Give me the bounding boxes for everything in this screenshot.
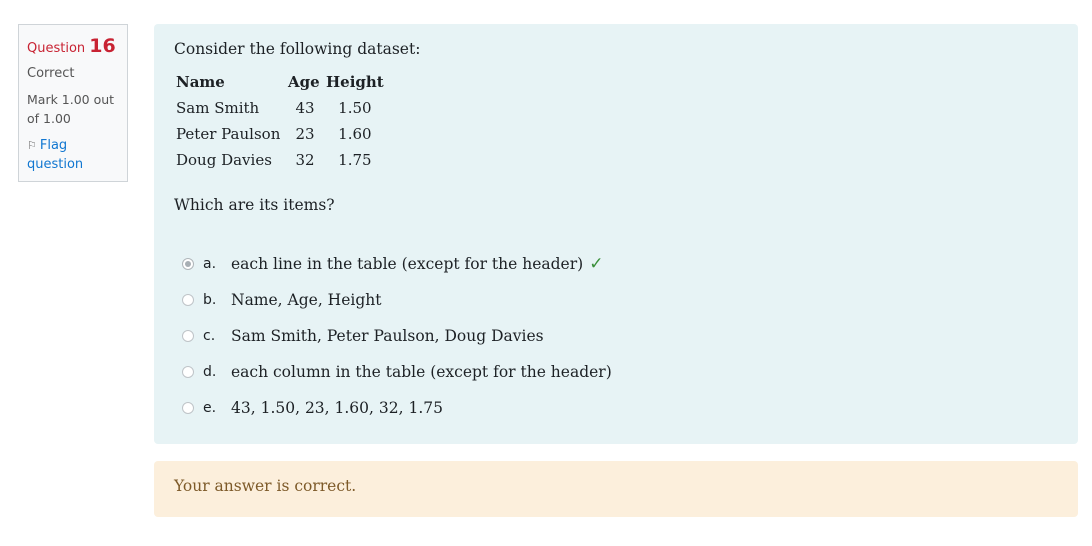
answer-letter: e.: [203, 400, 217, 416]
table-row: Peter Paulson 23 1.60: [174, 121, 386, 147]
question-prompt: Which are its items?: [174, 196, 335, 214]
answer-text: Name, Age, Height: [231, 291, 382, 309]
answer-radio-b[interactable]: [182, 294, 194, 306]
answer-list: a. each line in the table (except for th…: [174, 246, 1058, 426]
question-state: Correct: [27, 66, 75, 81]
table-cell: 1.60: [338, 125, 372, 143]
question-label: Question: [27, 41, 86, 56]
question-formulation: Consider the following dataset: Name Age…: [154, 24, 1078, 444]
question-number: Question 16: [27, 35, 119, 57]
answer-text: each column in the table (except for the…: [231, 363, 612, 381]
answer-letter: b.: [203, 292, 217, 308]
table-cell: Doug Davies: [176, 151, 272, 169]
answer-option-b[interactable]: b. Name, Age, Height: [174, 282, 1058, 318]
flag-icon: ⚐: [27, 139, 37, 152]
answer-radio-a[interactable]: [182, 258, 194, 270]
answer-radio-c[interactable]: [182, 330, 194, 342]
table-cell: 1.50: [338, 99, 372, 117]
table-cell: Peter Paulson: [176, 125, 281, 143]
answer-radio-e[interactable]: [182, 402, 194, 414]
table-header: Name: [176, 73, 225, 91]
flag-question-link[interactable]: ⚐ Flag question: [27, 136, 119, 174]
answer-radio-d[interactable]: [182, 366, 194, 378]
feedback-text: Your answer is correct.: [174, 477, 357, 495]
answer-option-e[interactable]: e. 43, 1.50, 23, 1.60, 32, 1.75: [174, 390, 1058, 426]
question-grade: Mark 1.00 out of 1.00: [27, 92, 115, 126]
answer-text: each line in the table (except for the h…: [231, 255, 584, 273]
answer-text: Sam Smith, Peter Paulson, Doug Davies: [231, 327, 544, 345]
table-cell: 23: [295, 125, 315, 143]
feedback-panel: Your answer is correct.: [154, 461, 1078, 517]
table-row: Sam Smith 43 1.50: [174, 95, 386, 121]
answer-option-d[interactable]: d. each column in the table (except for …: [174, 354, 1058, 390]
table-row: Doug Davies 32 1.75: [174, 147, 386, 173]
question-intro: Consider the following dataset:: [174, 40, 421, 58]
answer-option-a[interactable]: a. each line in the table (except for th…: [174, 246, 1058, 282]
answer-text: 43, 1.50, 23, 1.60, 32, 1.75: [231, 399, 443, 417]
table-cell: 1.75: [338, 151, 372, 169]
answer-letter: c.: [203, 328, 216, 344]
answer-option-c[interactable]: c. Sam Smith, Peter Paulson, Doug Davies: [174, 318, 1058, 354]
answer-letter: a.: [203, 256, 217, 272]
table-header: Height: [326, 73, 384, 91]
question-info-panel: Question 16 Correct Mark 1.00 out of 1.0…: [18, 24, 128, 182]
question-number-value: 16: [89, 35, 116, 57]
table-header: Age: [288, 73, 320, 91]
table-cell: Sam Smith: [176, 99, 260, 117]
table-header-row: Name Age Height: [174, 69, 386, 95]
table-cell: 32: [295, 151, 315, 169]
table-cell: 43: [295, 99, 315, 117]
correct-check-icon: ✓: [589, 254, 604, 274]
answer-letter: d.: [203, 364, 217, 380]
dataset-table: Name Age Height Sam Smith 43 1.50 Peter …: [174, 69, 386, 173]
